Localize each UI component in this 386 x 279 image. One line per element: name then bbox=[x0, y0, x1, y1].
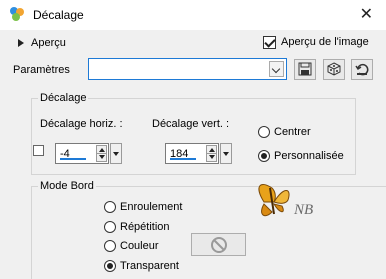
chevron-down-icon bbox=[113, 152, 119, 156]
close-icon[interactable]: ✕ bbox=[360, 4, 373, 24]
save-icon bbox=[298, 62, 312, 76]
wrap-radio[interactable] bbox=[104, 201, 116, 213]
center-radio[interactable] bbox=[258, 126, 270, 138]
window-title: Décalage bbox=[33, 8, 84, 22]
reset-icon bbox=[355, 63, 369, 76]
expand-arrow-icon[interactable] bbox=[18, 39, 24, 47]
repeat-radio-label[interactable]: Répétition bbox=[120, 221, 170, 233]
link-checkbox[interactable] bbox=[33, 145, 44, 156]
input-underline bbox=[60, 158, 86, 160]
disabled-icon bbox=[211, 237, 227, 253]
horizontal-offset-label: Décalage horiz. : bbox=[40, 118, 123, 130]
chevron-down-icon bbox=[223, 152, 229, 156]
vertical-offset-label: Décalage vert. : bbox=[152, 118, 230, 130]
horizontal-dropdown-button[interactable] bbox=[110, 143, 122, 164]
image-preview-label[interactable]: Aperçu de l'image bbox=[281, 36, 369, 48]
edge-mode-group-title: Mode Bord bbox=[38, 180, 96, 192]
input-underline bbox=[170, 158, 196, 160]
color-picker-button[interactable] bbox=[191, 233, 246, 256]
custom-radio-label[interactable]: Personnalisée bbox=[274, 150, 344, 162]
watermark-initials: NB bbox=[293, 202, 313, 218]
presets-label: Paramètres bbox=[13, 64, 70, 76]
image-preview-checkbox[interactable] bbox=[263, 36, 276, 49]
color-radio[interactable] bbox=[104, 240, 116, 252]
butterfly-logo: NB bbox=[258, 184, 313, 218]
vertical-dropdown-button[interactable] bbox=[220, 143, 232, 164]
vertical-offset-input[interactable]: 184 bbox=[165, 143, 219, 164]
custom-radio[interactable] bbox=[258, 150, 270, 162]
presets-dropdown[interactable] bbox=[88, 58, 287, 80]
app-icon bbox=[10, 7, 24, 21]
spinner-arrows-icon[interactable] bbox=[96, 145, 107, 162]
dice-icon bbox=[327, 62, 341, 76]
offset-group-title: Décalage bbox=[38, 92, 89, 104]
title-bar: Décalage ✕ bbox=[0, 0, 386, 30]
center-radio-label[interactable]: Centrer bbox=[274, 126, 311, 138]
wrap-radio-label[interactable]: Enroulement bbox=[120, 201, 182, 213]
transparent-radio[interactable] bbox=[104, 260, 116, 272]
chevron-down-icon[interactable] bbox=[269, 61, 284, 77]
preview-toggle-label[interactable]: Aperçu bbox=[31, 37, 66, 49]
transparent-radio-label[interactable]: Transparent bbox=[120, 260, 179, 272]
horizontal-offset-input[interactable]: -4 bbox=[55, 143, 109, 164]
spinner-arrows-icon[interactable] bbox=[206, 145, 217, 162]
repeat-radio[interactable] bbox=[104, 221, 116, 233]
color-radio-label[interactable]: Couleur bbox=[120, 240, 159, 252]
save-preset-button[interactable] bbox=[294, 59, 316, 80]
random-button[interactable] bbox=[323, 59, 345, 80]
reset-button[interactable] bbox=[351, 59, 373, 80]
